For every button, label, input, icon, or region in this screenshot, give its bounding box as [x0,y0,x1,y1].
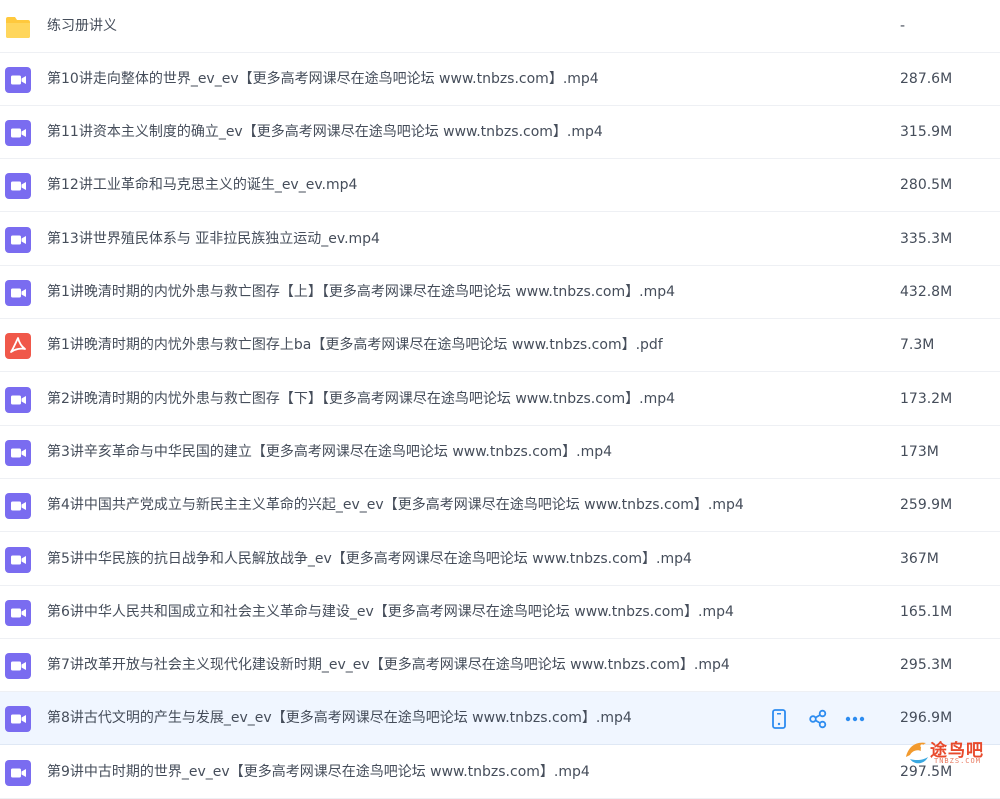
file-row[interactable]: 第2讲晚清时期的内忧外患与救亡图存【下】【更多高考网课尽在途鸟吧论坛 www.t… [0,373,1000,426]
file-row[interactable]: 第4讲中国共产党成立与新民主主义革命的兴起_ev_ev【更多高考网课尽在途鸟吧论… [0,479,1000,533]
file-name[interactable]: 第6讲中华人民共和国成立和社会主义革命与建设_ev【更多高考网课尽在途鸟吧论坛 … [47,586,734,639]
video-file-icon [5,173,31,200]
file-name[interactable]: 第8讲古代文明的产生与发展_ev_ev【更多高考网课尽在途鸟吧论坛 www.tn… [47,692,632,745]
more-icon [845,717,865,722]
video-file-icon [5,546,31,573]
file-name[interactable]: 第1讲晚清时期的内忧外患与救亡图存【上】【更多高考网课尽在途鸟吧论坛 www.t… [47,266,675,319]
file-size: 173.2M [900,390,953,407]
video-file-icon [5,280,31,306]
file-row[interactable]: 第10讲走向整体的世界_ev_ev【更多高考网课尽在途鸟吧论坛 www.tnbz… [0,53,1000,106]
folder-icon [6,16,30,38]
watermark: 途鸟吧 TNBZS.COM [902,735,994,769]
file-size: 367M [900,550,939,567]
video-file-icon [5,226,31,253]
video-file-icon [5,706,31,733]
file-name[interactable]: 第7讲改革开放与社会主义现代化建设新时期_ev_ev【更多高考网课尽在途鸟吧论坛… [47,639,730,692]
video-file-icon [5,599,31,626]
video-file-icon [5,493,31,520]
file-name[interactable]: 第2讲晚清时期的内忧外患与救亡图存【下】【更多高考网课尽在途鸟吧论坛 www.t… [47,373,675,426]
file-row[interactable]: 第3讲辛亥革命与中华民国的建立【更多高考网课尽在途鸟吧论坛 www.tnbzs.… [0,426,1000,479]
file-row[interactable]: 第13讲世界殖民体系与 亚非拉民族独立运动_ev.mp4 335.3M [0,213,1000,266]
file-name[interactable]: 第1讲晚清时期的内忧外患与救亡图存上ba【更多高考网课尽在途鸟吧论坛 www.t… [47,319,663,372]
phone-icon [772,709,786,730]
file-size: 259.9M [900,497,953,514]
video-file-icon [5,386,31,413]
file-name[interactable]: 第10讲走向整体的世界_ev_ev【更多高考网课尽在途鸟吧论坛 www.tnbz… [47,53,599,106]
folder-row[interactable]: 练习册讲义 - [0,0,1000,53]
file-row[interactable]: 第12讲工业革命和马克思主义的诞生_ev_ev.mp4 280.5M [0,159,1000,213]
share-icon [809,710,827,729]
file-size: 7.3M [900,337,935,354]
video-file-icon [5,66,31,93]
file-size: 315.9M [900,124,953,141]
file-size: 295.3M [900,657,953,674]
file-row[interactable]: 第1讲晚清时期的内忧外患与救亡图存【上】【更多高考网课尽在途鸟吧论坛 www.t… [0,266,1000,319]
file-row[interactable]: 第8讲古代文明的产生与发展_ev_ev【更多高考网课尽在途鸟吧论坛 www.tn… [0,692,1000,746]
file-name[interactable]: 第13讲世界殖民体系与 亚非拉民族独立运动_ev.mp4 [47,213,380,266]
file-size: 432.8M [900,284,953,300]
video-file-icon [5,439,31,466]
file-name[interactable]: 第5讲中华民族的抗日战争和人民解放战争_ev【更多高考网课尽在途鸟吧论坛 www… [47,533,692,586]
share-button[interactable] [807,708,829,730]
file-size: 287.6M [900,70,953,87]
file-row[interactable]: 第5讲中华民族的抗日战争和人民解放战争_ev【更多高考网课尽在途鸟吧论坛 www… [0,533,1000,586]
file-row[interactable]: 第1讲晚清时期的内忧外患与救亡图存上ba【更多高考网课尽在途鸟吧论坛 www.t… [0,319,1000,373]
file-size: 280.5M [900,177,953,194]
file-name[interactable]: 第4讲中国共产党成立与新民主主义革命的兴起_ev_ev【更多高考网课尽在途鸟吧论… [47,479,744,532]
file-size: 335.3M [900,230,953,247]
file-name[interactable]: 第9讲中古时期的世界_ev_ev【更多高考网课尽在途鸟吧论坛 www.tnbzs… [47,746,590,799]
file-size: 165.1M [900,603,953,620]
file-row[interactable]: 第11讲资本主义制度的确立_ev【更多高考网课尽在途鸟吧论坛 www.tnbzs… [0,106,1000,160]
watermark-subtext: TNBZS.COM [934,757,981,765]
file-name[interactable]: 第12讲工业革命和马克思主义的诞生_ev_ev.mp4 [47,159,357,212]
file-row[interactable]: 第9讲中古时期的世界_ev_ev【更多高考网课尽在途鸟吧论坛 www.tnbzs… [0,746,1000,799]
pdf-file-icon [5,333,31,360]
bird-logo-icon [906,742,928,764]
file-size: - [900,17,906,34]
video-file-icon [5,120,31,147]
video-file-icon [5,653,31,680]
more-button[interactable] [844,708,866,730]
file-name[interactable]: 第3讲辛亥革命与中华民国的建立【更多高考网课尽在途鸟吧论坛 www.tnbzs.… [47,426,612,479]
file-row[interactable]: 第7讲改革开放与社会主义现代化建设新时期_ev_ev【更多高考网课尽在途鸟吧论坛… [0,639,1000,693]
file-name[interactable]: 练习册讲义 [47,0,117,53]
phone-button[interactable] [768,708,790,730]
file-name[interactable]: 第11讲资本主义制度的确立_ev【更多高考网课尽在途鸟吧论坛 www.tnbzs… [47,106,603,159]
file-row[interactable]: 第6讲中华人民共和国成立和社会主义革命与建设_ev【更多高考网课尽在途鸟吧论坛 … [0,586,1000,639]
file-size: 173M [900,443,939,460]
